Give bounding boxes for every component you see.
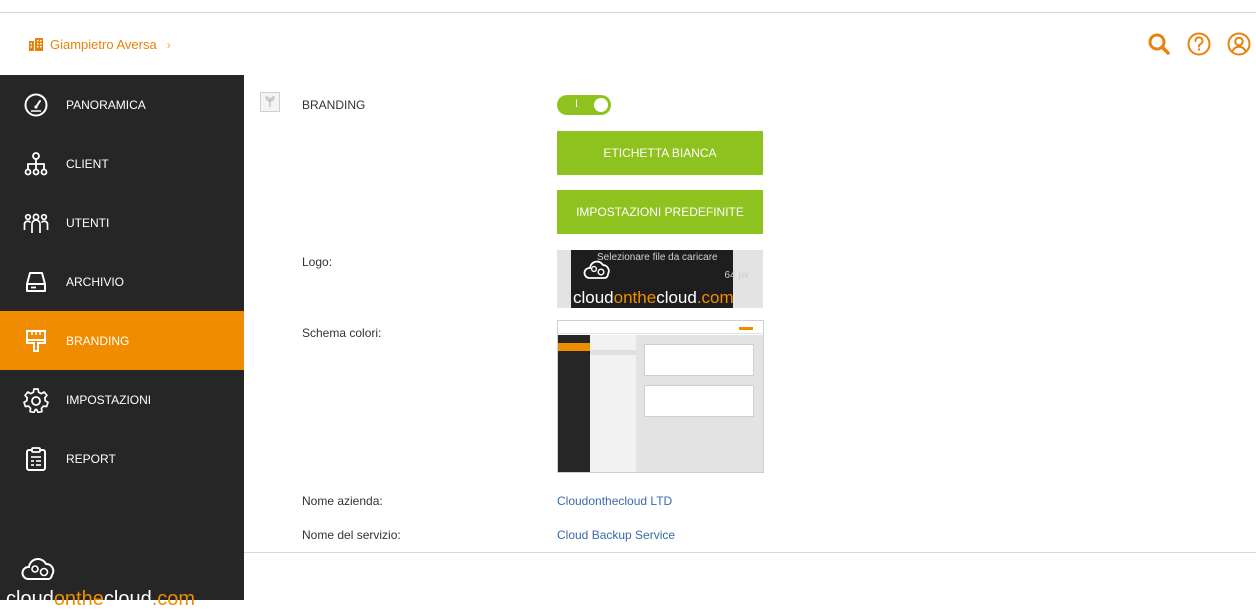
sidebar-item-archivio[interactable]: ARCHIVIO <box>0 252 244 311</box>
scheme-box <box>644 344 754 376</box>
color-scheme-label: Schema colori: <box>302 326 382 340</box>
storage-icon <box>22 268 50 296</box>
brush-icon <box>22 327 50 355</box>
scheme-box <box>644 385 754 417</box>
dashboard-icon <box>22 91 50 119</box>
breadcrumb-label: Giampietro Aversa <box>50 37 157 52</box>
logo-size: 64 px <box>724 270 749 281</box>
clipboard-icon <box>22 445 50 473</box>
scheme-active-item <box>558 343 590 351</box>
sidebar-item-report[interactable]: REPORT <box>0 429 244 488</box>
sidebar-item-client[interactable]: CLIENT <box>0 134 244 193</box>
sidebar-item-label: ARCHIVIO <box>66 274 125 289</box>
scheme-middle-column <box>590 335 636 472</box>
sidebar-item-utenti[interactable]: UTENTI <box>0 193 244 252</box>
building-icon <box>29 38 43 51</box>
hierarchy-icon <box>22 150 50 178</box>
sidebar-item-label: UTENTI <box>66 215 110 230</box>
sidebar-item-panoramica[interactable]: PANORAMICA <box>0 75 244 134</box>
scheme-accent <box>739 327 753 330</box>
user-icon[interactable] <box>1226 31 1252 57</box>
service-name-value[interactable]: Cloud Backup Service <box>557 528 675 542</box>
branding-panel: BRANDING I ETICHETTA BIANCA IMPOSTAZIONI… <box>244 75 1256 600</box>
branding-section-icon <box>260 92 280 112</box>
company-name-value[interactable]: Cloudonthecloud LTD <box>557 494 672 508</box>
bottom-divider <box>244 552 1256 553</box>
upload-hint: Selezionare file da caricare <box>597 252 718 263</box>
logo-label: Logo: <box>302 255 333 269</box>
users-icon <box>22 209 50 237</box>
gear-icon <box>22 386 50 414</box>
sidebar-item-label: BRANDING <box>66 333 130 348</box>
sidebar-item-label: REPORT <box>66 451 116 466</box>
company-name-label: Nome azienda: <box>302 494 383 508</box>
cloud-logo-icon <box>20 553 60 588</box>
header: Giampietro Aversa › <box>0 13 1256 75</box>
chevron-right-icon: › <box>166 37 171 52</box>
sidebar-item-branding[interactable]: BRANDING <box>0 311 244 370</box>
sidebar-item-label: IMPOSTAZIONI <box>66 392 152 407</box>
default-settings-button[interactable]: IMPOSTAZIONI PREDEFINITE <box>557 190 763 234</box>
scheme-topbar <box>558 321 763 334</box>
section-title: BRANDING <box>302 98 366 112</box>
branding-toggle[interactable]: I <box>557 95 611 115</box>
scheme-middle-line <box>590 350 636 355</box>
help-icon[interactable] <box>1186 31 1212 57</box>
header-actions <box>1146 31 1252 57</box>
white-label-button[interactable]: ETICHETTA BIANCA <box>557 131 763 175</box>
service-name-label: Nome del servizio: <box>302 528 401 542</box>
sidebar-item-label: CLIENT <box>66 156 109 171</box>
scheme-sidebar <box>558 335 590 472</box>
sidebar-item-label: PANORAMICA <box>66 97 146 112</box>
search-icon[interactable] <box>1146 31 1172 57</box>
logo-upload[interactable]: Selezionare file da caricare 64 px cloud… <box>557 250 763 308</box>
breadcrumb[interactable]: Giampietro Aversa › <box>28 37 171 52</box>
color-scheme-preview[interactable] <box>557 320 764 473</box>
toggle-on-mark: I <box>575 98 579 110</box>
sidebar: PANORAMICA CLIENT UTENTI ARCHIVIO BRANDI… <box>0 75 244 610</box>
logo-wordmark: cloudonthecloud.com <box>573 288 734 307</box>
toggle-knob <box>594 98 608 112</box>
sidebar-item-impostazioni[interactable]: IMPOSTAZIONI <box>0 370 244 429</box>
